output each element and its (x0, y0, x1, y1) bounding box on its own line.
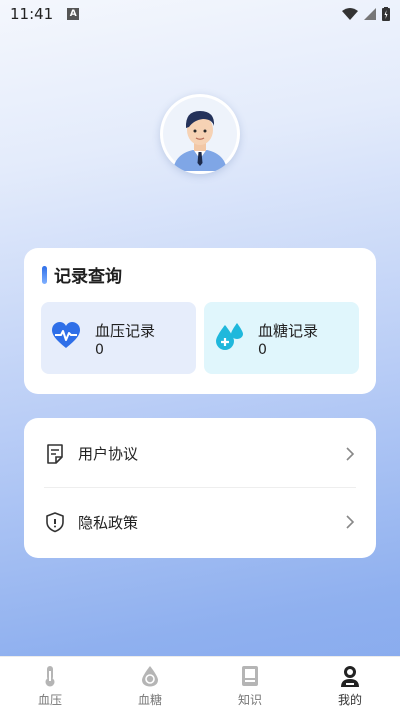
records-card: 记录查询 血压记录 0 血糖记录 0 (24, 248, 376, 394)
water-drops-icon (216, 323, 243, 350)
shield-icon (46, 512, 64, 533)
menu-item-privacy-policy[interactable]: 隐私政策 (44, 488, 356, 556)
settings-menu-card: 用户协议 隐私政策 (24, 418, 376, 558)
status-time: 11:41 (10, 5, 54, 23)
blood-pressure-record-tile[interactable]: 血压记录 0 (41, 302, 196, 374)
chevron-right-icon (346, 515, 355, 529)
tab-blood-sugar[interactable]: 血糖 (100, 657, 200, 712)
blood-sugar-record-count: 0 (258, 342, 267, 358)
book-icon (242, 666, 258, 686)
status-bar: 11:41 A (0, 0, 400, 28)
tab-label: 知识 (237, 693, 262, 707)
wifi-icon (342, 8, 358, 20)
status-icons (342, 7, 390, 21)
blood-sugar-record-tile[interactable]: 血糖记录 0 (204, 302, 359, 374)
menu-item-user-agreement[interactable]: 用户协议 (44, 420, 356, 488)
notification-icon: A (67, 8, 80, 20)
blood-drop-icon (142, 666, 158, 687)
blood-pressure-record-count: 0 (95, 342, 104, 358)
thermometer-icon (45, 666, 55, 687)
person-icon (341, 666, 359, 687)
tab-blood-pressure[interactable]: 血压 (0, 657, 100, 712)
cell-signal-icon (364, 8, 376, 20)
battery-icon (382, 7, 390, 21)
tab-mine[interactable]: 我的 (300, 657, 400, 712)
tab-knowledge[interactable]: 知识 (200, 657, 300, 712)
blood-sugar-record-label: 血糖记录 (258, 322, 319, 340)
tab-label: 血糖 (137, 693, 162, 707)
user-avatar-icon (163, 97, 237, 171)
records-card-header: 记录查询 (42, 262, 122, 287)
document-icon (47, 443, 63, 464)
menu-item-label: 隐私政策 (78, 513, 139, 532)
tab-label: 血压 (37, 693, 62, 707)
chevron-right-icon (346, 446, 355, 461)
title-accent-bar (42, 265, 47, 284)
blood-pressure-record-label: 血压记录 (95, 322, 156, 340)
bottom-tab-bar: 血压 血糖 知识 我的 (0, 656, 400, 712)
records-card-title: 记录查询 (54, 267, 122, 287)
tab-label: 我的 (337, 693, 362, 707)
heart-pulse-icon (52, 322, 80, 348)
menu-item-label: 用户协议 (78, 445, 139, 463)
avatar[interactable] (160, 94, 240, 174)
